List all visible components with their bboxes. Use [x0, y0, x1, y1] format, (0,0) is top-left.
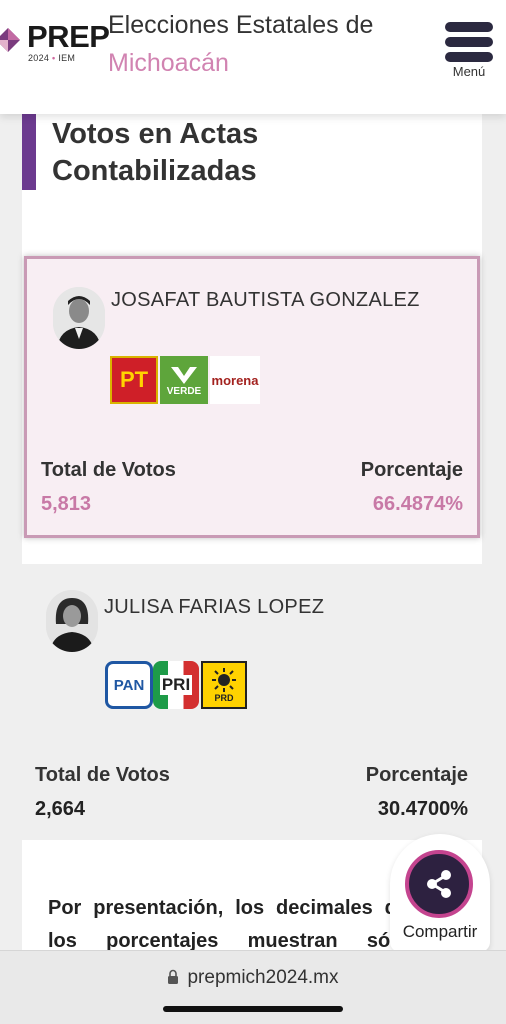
candidate-name: JOSAFAT BAUTISTA GONZALEZ [111, 289, 420, 311]
section-title: Votos en Actas Contabilizadas [52, 118, 259, 187]
logo-year: 2024 [28, 53, 50, 63]
hamburger-icon [445, 20, 493, 62]
logo-subtext: 2024 • IEM [28, 53, 75, 63]
party-logo-verde: VERDE [160, 356, 208, 404]
prep-logo[interactable]: PREP 2024 • IEM [0, 16, 110, 66]
decimals-note: Por presentación, los decimales de los p… [48, 897, 408, 952]
share-button[interactable] [405, 850, 473, 918]
party-logo-pt: PT [110, 356, 158, 404]
site-header: PREP 2024 • IEM Elecciones Estatales de … [0, 0, 506, 114]
browser-address-bar[interactable]: prepmich2024.mx [0, 950, 506, 1024]
sun-icon [212, 668, 236, 692]
section-accent-bar [22, 114, 36, 190]
candidate-avatar [46, 590, 98, 652]
percent-value: 66.4874% [372, 493, 463, 515]
share-label: Compartir [402, 922, 478, 941]
page: PREP 2024 • IEM Elecciones Estatales de … [0, 0, 506, 1024]
lock-icon [168, 969, 179, 984]
votes-label: Total de Votos [41, 459, 176, 481]
candidate-avatar [53, 287, 105, 349]
party-logo-pri: PRI [153, 661, 199, 709]
votes-value: 5,813 [41, 493, 92, 515]
url-text: prepmich2024.mx [187, 967, 339, 988]
site-title-state: Michoacán [108, 49, 229, 77]
percent-value: 30.4700% [377, 798, 468, 820]
menu-button[interactable]: Menú [438, 20, 500, 84]
share-icon [427, 870, 451, 898]
party-logo-pan: PAN [105, 661, 153, 709]
candidate-card: JULISA FARIAS LOPEZ PAN PRI PRD Total de… [22, 564, 482, 840]
candidate-name: JULISA FARIAS LOPEZ [104, 596, 325, 618]
logo-org: IEM [58, 53, 76, 63]
percent-label: Porcentaje [360, 459, 463, 481]
url-display[interactable]: prepmich2024.mx [0, 967, 506, 989]
votes-label: Total de Votos [35, 764, 170, 786]
logo-separator: • [52, 53, 56, 63]
logo-text: PREP [27, 19, 110, 54]
site-title: Elecciones Estatales de Michoacán [108, 6, 373, 82]
menu-label: Menú [452, 64, 486, 79]
party-logo-prd: PRD [201, 661, 247, 709]
home-indicator[interactable] [163, 1006, 343, 1012]
percent-label: Porcentaje [365, 764, 468, 786]
candidate-card-leading: JOSAFAT BAUTISTA GONZALEZ PT VERDE moren… [24, 256, 480, 538]
logo-diamond-icon [0, 28, 20, 52]
site-title-line1: Elecciones Estatales de [108, 11, 374, 39]
share-widget: Compartir [390, 834, 490, 952]
votes-value: 2,664 [35, 798, 86, 820]
party-logo-morena: morena [210, 356, 260, 404]
